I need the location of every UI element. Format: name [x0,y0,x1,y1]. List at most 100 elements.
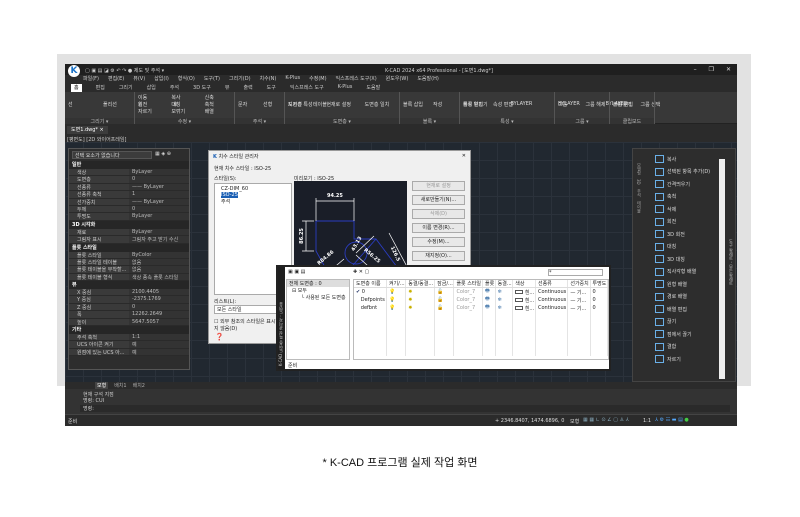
ribbon-tab[interactable]: 그리기 [119,84,133,92]
property-value[interactable]: 그림자 주고 받기 수신 [129,236,189,243]
delete-button[interactable]: 삭제(D) [412,209,465,219]
layer-name-cell[interactable]: ✔ 0 [354,287,387,296]
close-icon[interactable]: × [100,127,104,133]
property-value[interactable]: 1:1 [129,334,189,341]
ribbon-button[interactable]: 블록 삽입 [403,101,423,108]
viewport-label[interactable]: [평면도] [2D 와이어프레임] [67,136,126,143]
property-value[interactable]: 예 [129,341,189,348]
property-value[interactable]: 색상 종속 플롯 스타일 [129,273,189,281]
property-value[interactable]: 2100.4405 [129,289,189,296]
palette-tab[interactable]: 주석 [636,189,642,197]
menu-item[interactable]: 파일(F) [83,75,99,83]
layer-manager-sidebar[interactable]: K-CAD 도면층 특성 관리자 - 도면층 [278,267,285,369]
dialog-close-button[interactable]: ✕ [462,153,466,159]
selection-dropdown[interactable]: 선택 요소가 없습니다 [72,151,152,159]
ribbon-button[interactable]: 회전 [138,101,147,108]
palette-tab[interactable]: 3D [636,179,641,185]
vp-freeze-icon[interactable]: ❄ [495,287,514,296]
help-icon[interactable]: ❓ [215,333,224,341]
menu-item[interactable]: 편집(E) [108,75,124,83]
layout-tab[interactable]: 모형 [95,382,109,389]
property-value[interactable]: —— ByLayer [129,183,189,191]
menu-item[interactable]: 삽입(I) [154,75,169,83]
ribbon-button[interactable]: 도면층 일치 [365,101,390,108]
layer-row[interactable]: ✔ 0 💡 ✹ 🔓 Color_7 🖶 ❄ 흰... Continuous — 기... 0 [354,287,608,296]
layer-name-cell[interactable]: defbnt [354,304,387,312]
palette-scrollbar[interactable] [719,159,725,379]
ribbon-button[interactable]: 복사 [171,94,180,101]
ribbon-tab[interactable]: 뷰 [225,84,230,92]
property-row[interactable]: 재료 ByLayer [69,228,189,237]
vp-freeze-icon[interactable]: ❄ [495,296,514,304]
model-toggle[interactable]: 모형 [570,418,579,425]
menu-item[interactable]: 도움말(H) [417,75,438,83]
palette-tab[interactable]: 모델링 [636,163,642,175]
layer-filter-tree[interactable]: 전체 도면층 : 0 ⊟ 모두 └ 사용된 모든 도면층 [286,279,350,360]
property-row[interactable]: 주석 축척 1:1 [69,334,189,342]
column-header[interactable]: 선종류 [535,280,569,288]
on-bulb-icon[interactable]: 💡 [386,296,407,304]
tree-item-all[interactable]: ⊟ 모두 [287,287,349,294]
ribbon-button[interactable]: 그룹 [558,101,567,108]
property-row[interactable]: 플롯 테이블을 부착할... 없음 [69,266,189,274]
property-value[interactable]: 없음 [129,258,189,266]
column-header[interactable]: 선가중치 [567,280,591,288]
property-row[interactable]: 플롯 스타일 ByColor [69,251,189,259]
menu-item[interactable]: 치수(N) [260,75,277,83]
property-value[interactable]: —— ByLayer [129,198,189,205]
ribbon-button[interactable]: BYLAYER [511,101,533,107]
property-value[interactable]: ByLayer [129,169,189,176]
property-row[interactable]: X 중심 2100.4405 [69,289,189,297]
menu-item[interactable]: 익스프레스 도구(X) [336,75,377,83]
property-row[interactable]: 그림자 표시 그림자 주고 받기 수신 [69,236,189,244]
property-row[interactable]: 높이 5647.5057 [69,318,189,327]
property-section-header[interactable]: 일반 [69,161,189,169]
ribbon-tab[interactable]: 도구 [267,84,276,92]
menu-item[interactable]: K-Plus [285,75,300,83]
property-row[interactable]: Y 중심 -2375.1769 [69,296,189,304]
property-value[interactable]: 1 [129,191,189,198]
property-value[interactable]: ByLayer [129,228,189,236]
property-value[interactable]: ByLayer [129,213,189,220]
ribbon-button[interactable]: 이동 [138,94,147,101]
layer-toolbar[interactable]: ✚ ✕ ▢ [353,269,369,275]
style-item[interactable]: 주석 [221,198,285,205]
lineweight[interactable]: — 기... [567,296,591,304]
property-value[interactable]: 0 [129,303,189,311]
quick-access-toolbar[interactable]: ▢ ▣ ▤ ◪ ⚙ ↶ ↷ ● 제도 및 주석 ▾ [85,67,164,74]
doc-tab[interactable]: 도면1.dwg* × [67,126,108,134]
property-value[interactable]: 0 [129,176,189,183]
property-row[interactable]: 플롯 스타일 테이블 없음 [69,258,189,267]
quick-select-icon[interactable]: ▦ ◈ ⊕ [155,151,171,159]
property-value[interactable]: -2375.1769 [129,296,189,303]
ribbon-button[interactable]: 특성 일치 [463,101,483,108]
property-value[interactable]: 5647.5057 [129,318,189,326]
layer-name-cell[interactable]: Defpoints [354,296,387,304]
status-icons[interactable]: ⅄ ⚙ ☷ ▬ ▤ ● [655,417,689,423]
ribbon-tab[interactable]: 삽입 [147,84,156,92]
ribbon-button[interactable]: 작성 [433,101,442,108]
status-toggles[interactable]: ▦ ▦ ∟ ⊙ ∠ ▢ ♙ ⅄ [583,417,629,423]
layer-search-input[interactable]: * [548,269,603,276]
column-header[interactable]: 플롯 [482,280,496,288]
linetype[interactable]: Continuous [535,296,569,304]
property-section-header[interactable]: 3D 시각화 [69,220,189,229]
kcad-logo[interactable]: K [68,65,80,77]
linetype[interactable]: Continuous [535,287,569,296]
on-bulb-icon[interactable]: 💡 [386,304,407,312]
property-row[interactable]: Z 중심 0 [69,303,189,312]
color-cell[interactable]: 흰... [512,287,536,296]
property-value[interactable]: 12262.2649 [129,311,189,318]
layer-tree-toolbar[interactable]: ▣ ▣ ▤ [288,269,305,275]
ribbon-button[interactable]: 그룹 해제 [586,101,606,108]
property-section-header[interactable]: 플롯 스타일 [69,243,189,252]
tree-item-used[interactable]: └ 사용된 모든 도면층 [287,294,349,301]
modify-button[interactable]: 수정(M)... [412,237,465,247]
ribbon-button[interactable]: 문자 [238,101,247,108]
property-row[interactable]: 도면층 0 [69,176,189,184]
ribbon-button[interactable]: 도면층 특성 [288,101,313,108]
freeze-sun-icon[interactable]: ✹ [405,287,436,296]
property-value[interactable]: ByColor [129,251,189,258]
property-row[interactable]: 투명도 ByLayer [69,213,189,221]
ribbon-tab[interactable]: 편집 [96,84,105,92]
